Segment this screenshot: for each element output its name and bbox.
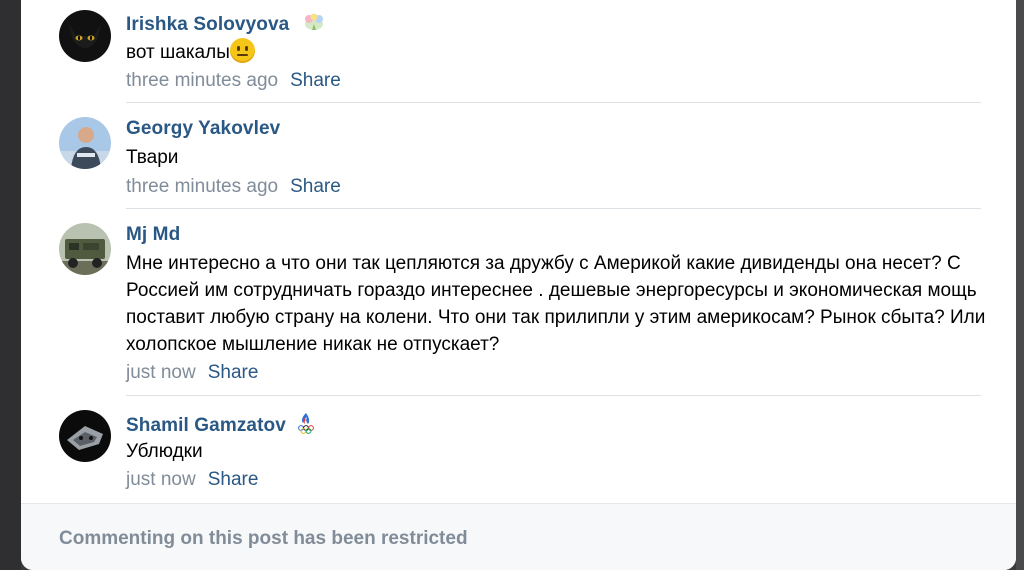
- comment-divider: [126, 395, 981, 396]
- share-link[interactable]: Share: [208, 362, 259, 383]
- author-name[interactable]: Irishka Solovyova: [126, 14, 289, 35]
- backdrop-right: [1016, 0, 1024, 570]
- mask-avatar-image: [59, 410, 111, 462]
- man-photo-avatar-image: [59, 117, 111, 169]
- share-link[interactable]: Share: [208, 469, 259, 490]
- restricted-notice: Commenting on this post has been restric…: [59, 528, 468, 549]
- comments-panel: Irishka Solovyova вот шакалы three minut…: [21, 0, 1016, 570]
- comment-author[interactable]: Georgy Yakovlev: [126, 118, 280, 140]
- avatar[interactable]: [59, 117, 111, 169]
- avatar[interactable]: [59, 410, 111, 462]
- comment-text-content: вот шакалы: [126, 42, 230, 63]
- comment-text-content: Мне интересно а что они так цепляются за…: [126, 253, 986, 355]
- author-name[interactable]: Mj Md: [126, 224, 180, 245]
- neutral-face-emoji-icon: [229, 38, 255, 63]
- comment-author[interactable]: Irishka Solovyova: [126, 12, 327, 38]
- comment-meta: three minutes ago Share: [126, 70, 341, 92]
- comment-timestamp[interactable]: three minutes ago: [126, 176, 278, 197]
- comment-meta: just now Share: [126, 469, 258, 491]
- comment-meta: just now Share: [126, 362, 258, 384]
- comment-timestamp[interactable]: three minutes ago: [126, 70, 278, 91]
- avatar[interactable]: [59, 10, 111, 62]
- comment-author[interactable]: Shamil Gamzatov: [126, 412, 315, 440]
- military-truck-avatar-image: [59, 223, 111, 275]
- backdrop-left: [0, 0, 21, 570]
- comment-text: Твари: [126, 144, 986, 171]
- black-cat-avatar-image: [59, 10, 111, 62]
- comment-text-content: Твари: [126, 147, 179, 168]
- comment-meta: three minutes ago Share: [126, 176, 341, 198]
- comment-divider: [126, 102, 981, 103]
- comments-restricted-footer: Commenting on this post has been restric…: [21, 503, 1016, 570]
- author-name[interactable]: Shamil Gamzatov: [126, 415, 286, 436]
- share-link[interactable]: Share: [290, 70, 341, 91]
- comment-divider: [126, 208, 981, 209]
- comment-text: Ублюдки: [126, 438, 986, 465]
- comment-author[interactable]: Mj Md: [126, 224, 180, 246]
- olympic-flame-icon: [297, 412, 315, 440]
- comment-text: вот шакалы: [126, 38, 986, 66]
- comment-text-content: Ублюдки: [126, 441, 203, 462]
- author-name[interactable]: Georgy Yakovlev: [126, 118, 280, 139]
- comment-timestamp[interactable]: just now: [126, 362, 196, 383]
- comment-text: Мне интересно а что они так цепляются за…: [126, 250, 986, 358]
- comment-timestamp[interactable]: just now: [126, 469, 196, 490]
- share-link[interactable]: Share: [290, 176, 341, 197]
- flowers-gift-icon: [301, 12, 327, 38]
- avatar[interactable]: [59, 223, 111, 275]
